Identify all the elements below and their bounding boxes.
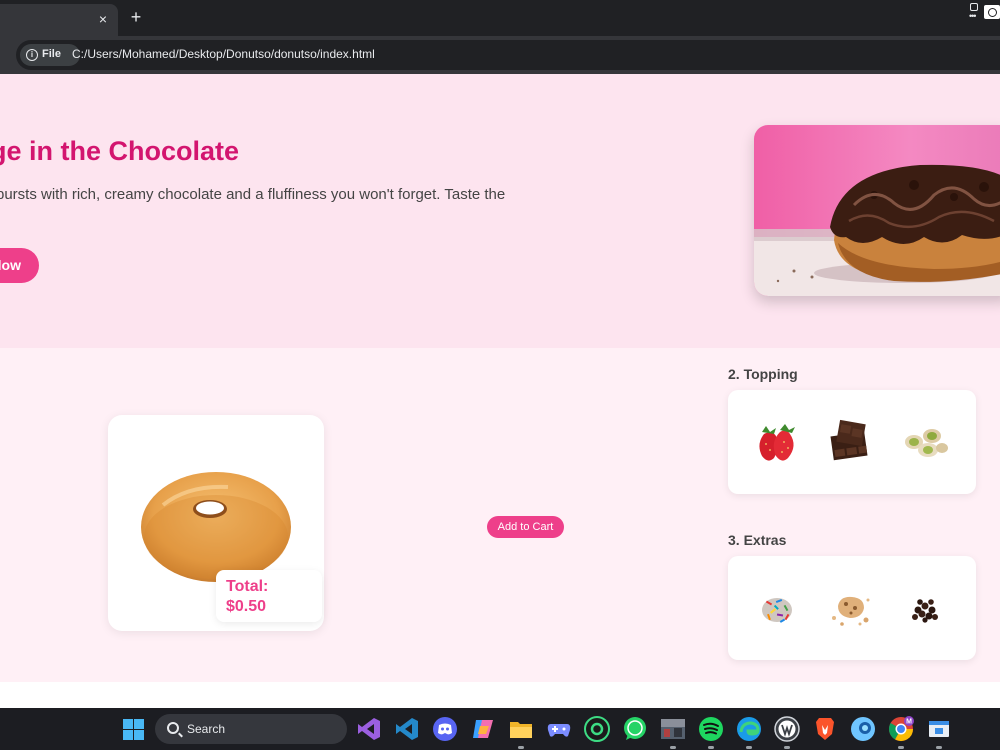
browser-icon[interactable] (850, 716, 876, 742)
pistachio-image[interactable] (898, 414, 952, 468)
hero-description: bursts with rich, creamy chocolate and a… (0, 186, 506, 203)
vscode-icon[interactable] (394, 716, 420, 742)
extension-icon[interactable] (970, 3, 978, 11)
total-value: $0.50 (226, 598, 267, 615)
spotify-icon[interactable] (698, 716, 724, 749)
site-info-chip[interactable]: i File (20, 44, 80, 66)
taskbar-search-label: Search (187, 722, 226, 736)
running-indicator (746, 746, 752, 749)
running-indicator (936, 746, 942, 749)
page-viewport: ge in the Chocolate bursts with rich, cr… (0, 74, 1000, 708)
wordpress-icon[interactable] (774, 716, 800, 749)
extras-options-card (728, 556, 976, 660)
extension-tray: ••• (968, 2, 1000, 22)
running-indicator (784, 746, 790, 749)
page-footer-gap (0, 682, 1000, 708)
chocolate-chips-image[interactable] (898, 580, 952, 634)
running-indicator (898, 746, 904, 749)
browser-tab-strip: × + ••• (0, 0, 1000, 36)
copilot-icon[interactable] (470, 716, 496, 742)
app-window-icon[interactable] (926, 716, 952, 749)
total-label: Total: (226, 578, 269, 595)
chocolate-bar-image[interactable] (824, 414, 878, 468)
taskbar-search-box[interactable]: Search (155, 714, 347, 744)
topping-heading: 2. Topping (728, 366, 798, 382)
donut-preview-card: Total: $0.50 (108, 415, 324, 631)
hero-cta-button[interactable]: low (0, 248, 39, 283)
add-to-cart-button[interactable]: Add to Cart (487, 516, 564, 538)
running-indicator (670, 746, 676, 749)
camera-icon[interactable] (984, 5, 1000, 19)
info-icon: i (26, 49, 38, 61)
brave-icon[interactable] (812, 716, 838, 742)
hero-title: ge in the Chocolate (0, 136, 240, 166)
discord-icon[interactable] (432, 716, 458, 742)
android-studio-icon[interactable] (584, 716, 610, 742)
running-indicator (708, 746, 714, 749)
close-icon[interactable]: × (96, 12, 110, 26)
windows-start-icon[interactable] (123, 719, 144, 740)
cookie-crumbs-image[interactable] (824, 580, 878, 634)
address-bar[interactable]: i File C:/Users/Mohamed/Desktop/Donutso/… (16, 40, 1000, 70)
windows-taskbar: Search M (0, 708, 1000, 750)
sprinkles-image[interactable] (750, 580, 804, 634)
browser-tab[interactable]: × (0, 4, 118, 36)
topping-options-card (728, 390, 976, 494)
file-explorer-icon[interactable] (508, 716, 534, 749)
donut-builder-section: Total: $0.50 Add to Cart 2. Topping 3. E… (0, 348, 1000, 682)
strawberry-image[interactable] (750, 414, 804, 468)
extras-heading: 3. Extras (728, 532, 787, 548)
chocolate-donut-image (754, 125, 1000, 296)
total-price-box: Total: $0.50 (216, 570, 322, 622)
game-thumbnail-icon[interactable] (660, 716, 686, 749)
hero-section: ge in the Chocolate bursts with rich, cr… (0, 74, 1000, 348)
svg-text:M: M (906, 719, 912, 726)
plus-icon[interactable]: + (128, 6, 144, 28)
edge-icon[interactable] (736, 716, 762, 749)
browser-toolbar: i File C:/Users/Mohamed/Desktop/Donutso/… (0, 36, 1000, 74)
chrome-icon[interactable]: M (888, 716, 914, 749)
game-controller-icon[interactable] (546, 716, 572, 742)
more-icon[interactable]: ••• (969, 12, 977, 21)
whatsapp-icon[interactable] (622, 716, 648, 742)
url-text[interactable]: C:/Users/Mohamed/Desktop/Donutso/donutso… (72, 47, 375, 61)
search-icon (167, 722, 179, 734)
site-chip-label: File (42, 48, 61, 60)
visual-studio-icon[interactable] (356, 716, 382, 742)
running-indicator (518, 746, 524, 749)
